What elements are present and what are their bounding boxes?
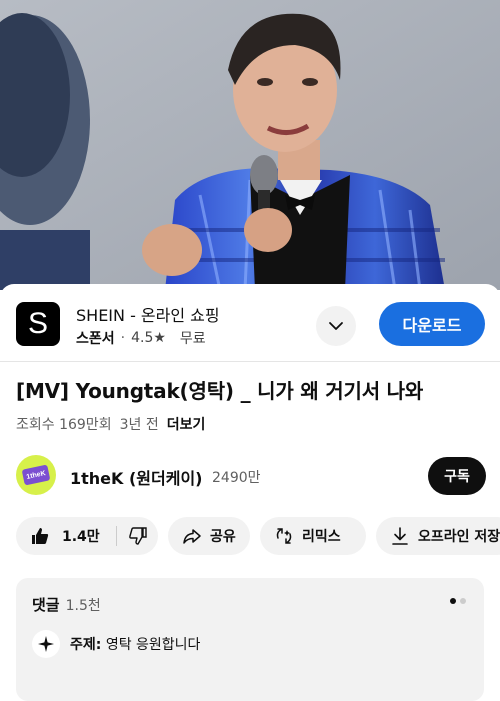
comments-section[interactable]: 댓글 1.5천 주제: 영탁 응원합니다	[16, 578, 484, 701]
upload-age: 3년 전	[119, 417, 159, 433]
comments-title: 댓글	[32, 596, 60, 614]
app-price: 무료	[179, 331, 206, 347]
ad-meta: 스폰서 · 4.5★ 무료	[76, 328, 206, 348]
offline-save-button[interactable]: 오프라인 저장	[376, 517, 500, 555]
download-icon	[392, 527, 408, 545]
action-bar: 1.4만 공유 리믹스 오프라인 저장	[16, 517, 500, 555]
channel-avatar[interactable]: 1theK	[16, 455, 56, 495]
carousel-dots	[450, 598, 466, 604]
carousel-dot-active	[450, 598, 456, 604]
topic-prefix: 주제:	[70, 637, 102, 653]
chevron-down-icon	[329, 322, 343, 330]
comment-topic[interactable]: 주제: 영탁 응원합니다	[32, 630, 200, 658]
remix-button[interactable]: 리믹스	[260, 517, 366, 555]
app-rating: 4.5★	[131, 330, 166, 346]
thumbs-up-icon	[32, 528, 49, 544]
like-button[interactable]	[30, 526, 50, 546]
sponsored-ad-card[interactable]: S SHEIN - 온라인 쇼핑 스폰서 · 4.5★ 무료 다운로드	[0, 284, 500, 362]
divider	[0, 361, 500, 362]
video-meta[interactable]: 조회수 169만회 3년 전 더보기	[16, 414, 205, 434]
comments-heading: 댓글 1.5천	[32, 594, 101, 615]
expand-ad-button[interactable]	[316, 306, 356, 346]
more-link[interactable]: 더보기	[167, 414, 206, 434]
channel-name[interactable]: 1theK (원더케이)	[70, 465, 203, 489]
topic-text: 주제: 영탁 응원합니다	[70, 634, 200, 654]
view-count: 조회수 169만회	[16, 417, 112, 433]
offline-save-label: 오프라인 저장	[418, 529, 500, 545]
topic-body: 영탁 응원합니다	[105, 637, 201, 653]
meta-separator: ·	[120, 330, 126, 346]
remix-label: 리믹스	[302, 529, 341, 545]
share-label: 공유	[210, 529, 236, 545]
carousel-dot	[460, 598, 466, 604]
thumbs-down-icon	[129, 527, 147, 545]
share-icon	[183, 529, 201, 544]
shein-app-logo[interactable]: S	[16, 302, 60, 346]
avatar-logo-text: 1theK	[21, 464, 51, 486]
video-player[interactable]	[0, 0, 500, 290]
download-button[interactable]: 다운로드	[379, 302, 485, 346]
remix-icon	[276, 528, 292, 544]
subscribe-button[interactable]: 구독	[428, 457, 486, 495]
comments-count: 1.5천	[65, 598, 101, 614]
share-button[interactable]: 공유	[168, 517, 250, 555]
ad-title[interactable]: SHEIN - 온라인 쇼핑	[76, 302, 220, 326]
like-count[interactable]: 1.4만	[62, 526, 100, 546]
channel-row: 1theK 1theK (원더케이) 2490만 구독	[16, 455, 486, 495]
video-title[interactable]: [MV] Youngtak(영탁) _ 니가 왜 거기서 나와	[16, 375, 423, 404]
pill-divider	[116, 526, 117, 546]
sponsored-label: 스폰서	[76, 331, 115, 347]
sparkle-icon	[38, 636, 54, 652]
subscriber-count: 2490만	[212, 470, 261, 486]
video-frame-image	[0, 0, 500, 290]
dislike-button[interactable]	[128, 526, 148, 546]
like-dislike-pill: 1.4만	[16, 517, 158, 555]
sparkle-icon-wrap	[32, 630, 60, 658]
